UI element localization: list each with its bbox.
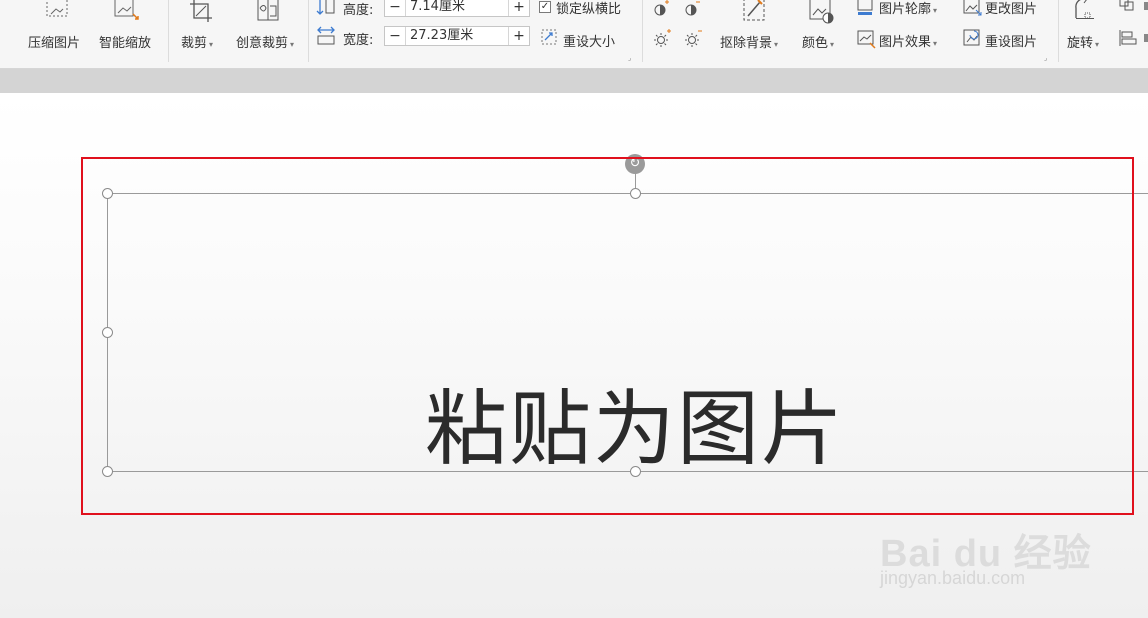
crop-label: 裁剪 ▾	[181, 36, 214, 51]
smart-zoom-label: 智能缩放	[99, 36, 152, 51]
height-label: 高度:	[343, 3, 374, 18]
height-icon	[316, 0, 335, 15]
width-increment-button[interactable]: +	[509, 27, 529, 45]
ribbon-separator	[1058, 0, 1059, 62]
lock-ratio-checkbox[interactable]: ✓	[539, 1, 551, 13]
contrast-down-icon[interactable]	[683, 0, 701, 18]
ribbon-separator	[308, 0, 309, 62]
brightness-down-icon[interactable]	[683, 29, 703, 49]
effect-label: 图片效果 ▾	[879, 35, 938, 50]
remove-bg-label: 抠除背景 ▾	[720, 36, 779, 51]
dialog-launcher-icon[interactable]: ⌟	[1044, 54, 1047, 62]
ribbon-separator	[642, 0, 643, 62]
creative-crop-icon	[257, 0, 279, 21]
height-input[interactable]: 7.14厘米	[405, 0, 509, 16]
change-pic-label: 更改图片	[985, 2, 1038, 17]
rotate-icon	[1075, 0, 1094, 19]
reset-size-label: 重设大小	[563, 35, 616, 50]
outline-label: 图片轮廓 ▾	[879, 2, 938, 17]
width-stepper[interactable]: − 27.23厘米 +	[384, 26, 530, 46]
color-label: 颜色 ▾	[802, 36, 835, 51]
smart-zoom-icon	[114, 0, 139, 20]
creative-crop-label: 创意裁剪 ▾	[236, 36, 295, 51]
width-label: 宽度:	[343, 33, 374, 48]
color-icon	[809, 0, 834, 24]
ribbon-separator	[168, 0, 169, 62]
rotate-label: 旋转 ▾	[1067, 36, 1100, 51]
lock-ratio-label: 锁定纵横比	[556, 2, 622, 17]
height-stepper[interactable]: − 7.14厘米 +	[384, 0, 530, 17]
compress-icon	[46, 0, 68, 17]
brightness-up-icon[interactable]	[652, 29, 672, 49]
width-icon	[317, 26, 335, 45]
height-increment-button[interactable]: +	[509, 0, 529, 16]
effect-icon	[857, 30, 876, 49]
width-decrement-button[interactable]: −	[385, 27, 405, 45]
align-icon[interactable]	[1118, 0, 1148, 50]
outline-icon	[857, 0, 873, 15]
reset-pic-label: 重设图片	[985, 35, 1038, 50]
height-decrement-button[interactable]: −	[385, 0, 405, 16]
ruler-band	[0, 69, 1148, 93]
remove-bg-icon	[743, 0, 765, 21]
dialog-launcher-icon[interactable]: ⌟	[628, 54, 631, 62]
baidu-jingyan-watermark-url: jingyan.baidu.com	[880, 568, 1026, 588]
width-input[interactable]: 27.23厘米	[405, 27, 509, 45]
highlight-frame	[81, 157, 1134, 515]
contrast-up-icon[interactable]	[652, 0, 670, 18]
picture-tools-ribbon: 压缩图片 智能缩放 裁剪 ▾ 创意裁剪 ▾ 高度: − 7.14厘米 + 宽度:…	[0, 0, 1148, 69]
reset-pic-icon	[963, 29, 980, 46]
crop-icon	[190, 0, 212, 22]
reset-size-icon	[541, 29, 557, 45]
compress-label: 压缩图片	[28, 36, 81, 51]
change-pic-icon	[963, 0, 982, 16]
